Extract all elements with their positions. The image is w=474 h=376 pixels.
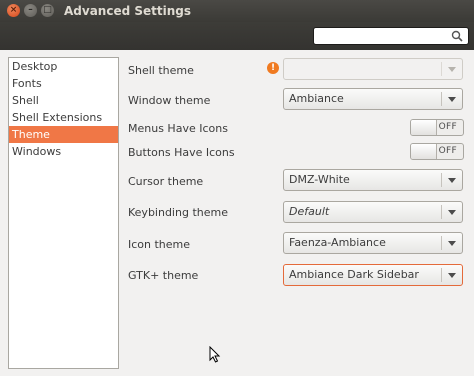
sidebar-item-shell[interactable]: Shell [9,92,118,109]
buttons-have-icons-label: Buttons Have Icons [128,146,235,159]
chevron-down-icon [448,67,456,72]
icon-theme-label: Icon theme [128,238,191,251]
toggle-state: OFF [438,146,457,156]
icon-theme-value: Faenza-Ambiance [289,236,386,249]
title-bar: × – □ Advanced Settings [0,0,474,23]
chevron-down-icon [448,178,456,183]
mouse-cursor-icon [209,346,221,363]
chevron-down-icon [448,273,456,278]
chevron-down-icon [448,241,456,246]
menus-have-icons-toggle[interactable]: OFF [410,119,464,136]
window-theme-combo[interactable]: Ambiance [283,88,463,110]
keybinding-theme-combo[interactable]: Default [283,201,463,223]
keybinding-theme-value: Default [289,205,330,218]
toggle-state: OFF [438,122,457,132]
maximize-icon: □ [43,5,52,15]
window-title: Advanced Settings [64,4,192,18]
maximize-button[interactable]: □ [41,4,54,17]
shell-theme-combo[interactable] [283,58,463,80]
gtk-theme-label: GTK+ theme [128,269,199,282]
icon-theme-combo[interactable]: Faenza-Ambiance [283,232,463,254]
close-button[interactable]: × [7,4,20,17]
toggle-knob [411,144,437,159]
search-input[interactable] [313,27,469,45]
sidebar-item-windows[interactable]: Windows [9,143,118,160]
warning-icon: ! [267,62,279,74]
minimize-icon: – [28,5,33,15]
window-theme-label: Window theme [128,94,211,107]
chevron-down-icon [448,210,456,215]
close-icon: × [9,5,18,15]
sidebar-item-theme[interactable]: Theme [9,126,118,143]
menus-have-icons-label: Menus Have Icons [128,122,228,135]
toggle-knob [411,120,437,135]
minimize-button[interactable]: – [24,4,37,17]
search-icon [451,30,463,42]
chevron-down-icon [448,97,456,102]
gtk-theme-combo[interactable]: Ambiance Dark Sidebar [283,264,463,286]
window-theme-value: Ambiance [289,92,344,105]
sidebar-item-desktop[interactable]: Desktop [9,58,118,75]
buttons-have-icons-toggle[interactable]: OFF [410,143,464,160]
cursor-theme-value: DMZ-White [289,173,350,186]
sidebar-item-shell-extensions[interactable]: Shell Extensions [9,109,118,126]
keybinding-theme-label: Keybinding theme [128,206,228,219]
sidebar-item-fonts[interactable]: Fonts [9,75,118,92]
gtk-theme-value: Ambiance Dark Sidebar [289,268,419,281]
cursor-theme-combo[interactable]: DMZ-White [283,169,463,191]
cursor-theme-label: Cursor theme [128,175,204,188]
category-list: Desktop Fonts Shell Shell Extensions The… [8,57,119,369]
shell-theme-label: Shell theme [128,64,194,77]
